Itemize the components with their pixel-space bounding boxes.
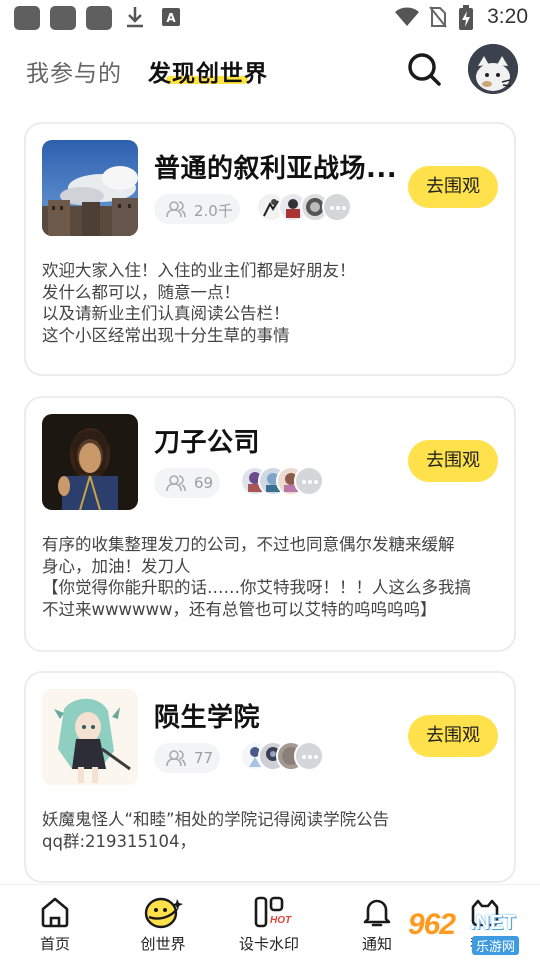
nav-label: 创世界 — [140, 935, 186, 953]
description-line: 【你觉得你能升职的话……你艾特我呀！！！人这么多我搞 — [42, 578, 471, 597]
world-description: 欢迎大家入住！入住的业主们都是好朋友！ 发什么都可以，随意一点！ 以及请新业主们… — [42, 260, 508, 346]
world-title: 刀子公司 — [154, 428, 261, 458]
description-line: 欢迎大家入住！入住的业主们都是好朋友！ — [42, 261, 356, 280]
visit-world-button[interactable]: 去围观 — [408, 440, 498, 482]
world-card[interactable]: 普通的叙利亚战场... 2.0千 去围观 欢迎大家入住！入住的业主们都是好朋友！… — [24, 122, 516, 376]
wifi-icon — [395, 7, 419, 26]
top-header: 我参与的 发现创世界 — [0, 40, 540, 104]
notification-icon — [14, 6, 40, 30]
svg-text:A: A — [166, 11, 176, 25]
user-avatar[interactable] — [468, 44, 518, 94]
world-cover-image — [42, 414, 138, 510]
member-avatars — [240, 464, 340, 500]
watermark-number: 962 — [408, 908, 456, 941]
font-app-icon: A — [162, 8, 180, 26]
visit-world-button[interactable]: 去围观 — [408, 715, 498, 757]
nav-label: 设卡水印 — [238, 935, 299, 953]
description-line: 有序的收集整理发刀的公司，不过也同意偶尔发糖来缓解 — [42, 535, 455, 554]
description-line: 不过来wwwwww，还有总管也可以艾特的呜呜呜呜】 — [42, 599, 437, 619]
member-count-badge: 77 — [154, 743, 220, 773]
bottom-navigation: 首页 创世界 HOT 设卡水印 通知 我的 962 .NET — [0, 884, 540, 960]
member-count: 2.0千 — [194, 202, 233, 220]
member-avatars — [240, 739, 340, 775]
description-line: qq群:219315104， — [42, 831, 196, 851]
bell-icon — [363, 899, 391, 927]
description-line: 发什么都可以，随意一点！ — [42, 282, 240, 302]
world-card[interactable]: 陨生学院 77 去围观 妖魔鬼怪人“和睦”相处的学院记得阅读学院公告 qq群:2… — [24, 671, 516, 883]
more-members-icon[interactable] — [294, 741, 324, 771]
notification-icon — [86, 6, 112, 30]
nav-label: 首页 — [39, 935, 70, 953]
watermark-domain: .NET — [470, 912, 516, 934]
world-cover-image — [42, 689, 138, 785]
nav-watermark[interactable]: HOT 设卡水印 — [224, 893, 314, 959]
more-members-icon[interactable] — [322, 192, 352, 222]
members-icon — [166, 201, 186, 218]
world-title: 陨生学院 — [154, 703, 261, 733]
tab-joined[interactable]: 我参与的 — [26, 54, 122, 88]
status-bar: A 3:20 — [0, 0, 540, 36]
tab-discover[interactable]: 发现创世界 — [148, 54, 268, 88]
world-description: 妖魔鬼怪人“和睦”相处的学院记得阅读学院公告 qq群:219315104， — [42, 809, 508, 852]
world-cover-image — [42, 140, 138, 236]
members-icon — [166, 475, 186, 492]
download-icon — [127, 7, 143, 28]
world-title: 普通的叙利亚战场... — [154, 154, 398, 184]
search-icon[interactable] — [406, 51, 442, 87]
battery-charging-icon — [459, 5, 473, 30]
clock: 3:20 — [487, 5, 528, 28]
description-line: 以及请新业主们认真阅读公告栏！ — [42, 304, 290, 323]
home-icon — [41, 897, 69, 928]
member-count: 69 — [194, 474, 214, 492]
nav-home[interactable]: 首页 — [10, 893, 100, 959]
visit-world-button[interactable]: 去围观 — [408, 166, 498, 208]
description-line: 身心，加油！发刀人 — [42, 556, 191, 576]
member-count-badge: 69 — [154, 468, 220, 498]
site-watermark: 962 .NET 乐游网 — [408, 906, 536, 955]
hot-badge: HOT — [270, 915, 292, 926]
description-line: 这个小区经常出现十分生草的事情 — [42, 325, 290, 345]
description-line: 妖魔鬼怪人“和睦”相处的学院记得阅读学院公告 — [42, 810, 390, 829]
notification-icon — [50, 6, 76, 30]
world-card[interactable]: 刀子公司 69 去围观 有序的收集整理发刀的公司，不过也同意偶尔发糖来缓解 身心… — [24, 396, 516, 652]
nav-create-world[interactable]: 创世界 — [118, 893, 208, 959]
member-count: 77 — [194, 749, 214, 767]
watermark-text: 乐游网 — [472, 936, 520, 955]
more-members-icon[interactable] — [294, 466, 324, 496]
create-world-icon — [144, 897, 183, 929]
members-icon — [166, 750, 186, 767]
member-avatars — [256, 190, 356, 226]
world-description: 有序的收集整理发刀的公司，不过也同意偶尔发糖来缓解 身心，加油！发刀人 【你觉得… — [42, 534, 508, 620]
no-sim-icon — [429, 6, 447, 28]
avatar-image — [468, 44, 518, 94]
member-count-badge: 2.0千 — [154, 194, 240, 224]
